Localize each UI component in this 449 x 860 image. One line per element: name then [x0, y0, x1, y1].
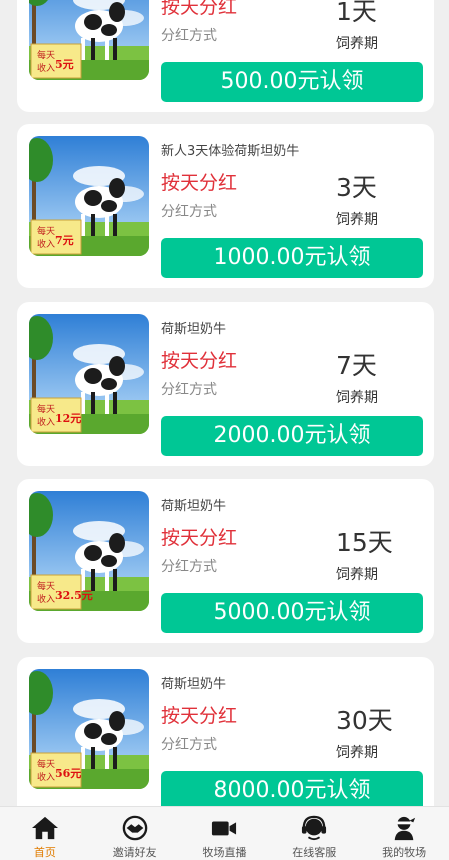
feeding-period-label: 饲养期 — [336, 390, 378, 406]
product-card[interactable]: 每天 收入 56元 荷斯坦奶牛 按天分红 分红方式 30天 饲养期 8000.00元… — [17, 657, 434, 806]
product-card[interactable]: 每天 收入 12元 荷斯坦奶牛 按天分红 分红方式 7天 饲养期 2000.00元认… — [17, 302, 434, 466]
svg-text:收入: 收入 — [37, 238, 55, 250]
tab-home[interactable]: 首页 — [0, 807, 90, 860]
product-card[interactable]: 每天 收入 5元 按天分红 分红方式 1天 饲养期 500.00元认领 — [17, 0, 434, 112]
claim-button[interactable]: 500.00元认领 — [161, 62, 423, 102]
dividend-method-label: 分红方式 — [161, 737, 217, 753]
svg-text:收入: 收入 — [37, 416, 55, 428]
claim-button[interactable]: 8000.00元认领 — [161, 771, 423, 806]
cow-thumbnail: 每天 收入 7元 — [29, 136, 149, 256]
svg-text:收入: 收入 — [37, 593, 55, 605]
cow-thumbnail: 每天 收入 32.5元 — [29, 491, 149, 611]
video-camera-icon — [212, 821, 237, 836]
feeding-days: 3天 — [336, 173, 377, 202]
claim-button[interactable]: 1000.00元认领 — [161, 238, 423, 278]
dividend-method: 按天分红 — [161, 350, 238, 372]
dividend-method-label: 分红方式 — [161, 204, 217, 220]
tab-label: 邀请好友 — [112, 846, 157, 859]
product-name: 荷斯坦奶牛 — [161, 322, 227, 337]
svg-text:5元: 5元 — [55, 58, 74, 71]
feeding-period-label: 饲养期 — [336, 212, 378, 228]
product-name: 荷斯坦奶牛 — [161, 499, 227, 514]
product-card[interactable]: 每天 收入 32.5元 荷斯坦奶牛 按天分红 分红方式 15天 饲养期 5000.0… — [17, 479, 434, 643]
tab-label: 我的牧场 — [382, 846, 427, 859]
svg-text:每天: 每天 — [37, 49, 55, 61]
dividend-method: 按天分红 — [161, 705, 238, 727]
tab-my-ranch[interactable]: 我的牧场 — [359, 807, 449, 860]
bottom-tab-bar: 首页 邀请好友 牧场直播 在线客服 我的牧场 — [0, 806, 449, 860]
tab-label: 在线客服 — [292, 846, 337, 859]
dividend-method-label: 分红方式 — [161, 28, 217, 44]
tab-label: 牧场直播 — [202, 846, 247, 859]
svg-text:收入: 收入 — [37, 62, 55, 74]
cow-thumbnail: 每天 收入 12元 — [29, 314, 149, 434]
tab-invite-friends[interactable]: 邀请好友 — [90, 807, 180, 860]
product-name: 新人3天体验荷斯坦奶牛 — [161, 144, 300, 159]
svg-text:7元: 7元 — [55, 234, 74, 247]
feeding-days: 1天 — [336, 0, 377, 26]
feeding-days: 15天 — [336, 528, 393, 557]
claim-button[interactable]: 2000.00元认领 — [161, 416, 423, 456]
feeding-days: 7天 — [336, 351, 377, 380]
product-card[interactable]: 每天 收入 7元 新人3天体验荷斯坦奶牛 按天分红 分红方式 3天 饲养期 1000… — [17, 124, 434, 288]
tab-ranch-live[interactable]: 牧场直播 — [180, 807, 270, 860]
tab-label: 首页 — [33, 846, 56, 859]
dividend-method: 按天分红 — [161, 0, 238, 18]
claim-button[interactable]: 5000.00元认领 — [161, 593, 423, 633]
dividend-method-label: 分红方式 — [161, 382, 217, 398]
feeding-period-label: 饲养期 — [336, 745, 378, 761]
home-icon — [31, 816, 58, 840]
svg-text:56元: 56元 — [55, 767, 81, 780]
svg-text:每天: 每天 — [37, 580, 55, 592]
feeding-period-label: 饲养期 — [336, 567, 378, 583]
tab-online-service[interactable]: 在线客服 — [269, 807, 359, 860]
cow-thumbnail: 每天 收入 56元 — [29, 669, 149, 789]
dividend-method: 按天分红 — [161, 172, 238, 194]
svg-text:每天: 每天 — [37, 225, 55, 237]
svg-text:每天: 每天 — [37, 758, 55, 770]
dividend-method: 按天分红 — [161, 527, 238, 549]
user-ninja-icon — [394, 816, 416, 841]
cow-thumbnail: 每天 收入 5元 — [29, 0, 149, 80]
product-list[interactable]: 每天 收入 5元 按天分红 分红方式 1天 饲养期 500.00元认领 每天 收入 7元… — [0, 0, 449, 806]
svg-text:12元: 12元 — [55, 412, 81, 425]
product-name: 荷斯坦奶牛 — [161, 677, 227, 692]
svg-text:每天: 每天 — [37, 403, 55, 415]
feeding-days: 30天 — [336, 706, 393, 735]
svg-text:收入: 收入 — [37, 771, 55, 783]
svg-text:32.5元: 32.5元 — [55, 589, 93, 602]
headset-icon — [302, 815, 327, 841]
dividend-method-label: 分红方式 — [161, 559, 217, 575]
handshake-icon — [122, 815, 147, 841]
feeding-period-label: 饲养期 — [336, 36, 378, 52]
